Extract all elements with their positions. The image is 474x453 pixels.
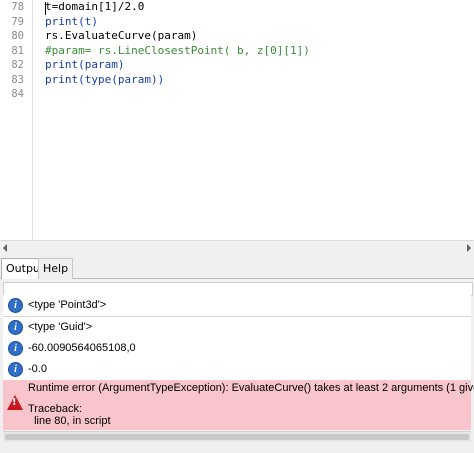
- code-editor[interactable]: 78 79 80 81 82 83 84 t=domain[1]/2.0 pri…: [0, 0, 474, 240]
- line-number-gutter: 78 79 80 81 82 83 84: [0, 0, 33, 240]
- line-number: 82: [11, 59, 24, 71]
- code-comment-line[interactable]: #param= rs.LineClosestPoint( b, z[0][1]): [45, 44, 310, 59]
- output-row-text: -60.0090564065108,0: [28, 342, 136, 354]
- code-line[interactable]: print(t): [45, 15, 98, 30]
- line-number: 80: [11, 30, 24, 42]
- line-number: 81: [11, 44, 24, 57]
- error-message: Runtime error (ArgumentTypeException): E…: [28, 382, 474, 394]
- info-icon: i: [8, 298, 23, 313]
- output-row: i <type 'Point3d'>: [3, 295, 471, 317]
- scroll-left-arrow-icon[interactable]: [3, 244, 7, 252]
- runtime-error-row: ! Runtime error (ArgumentTypeException):…: [3, 380, 474, 430]
- output-row-text: <type 'Point3d'>: [28, 299, 107, 311]
- output-blank-row: [3, 282, 473, 296]
- info-icon: i: [8, 320, 23, 335]
- traceback-line: line 80, in script: [28, 415, 111, 427]
- output-row-text: -0.0: [28, 363, 47, 375]
- scroll-right-arrow-icon[interactable]: [467, 244, 471, 252]
- line-number: 78: [11, 1, 24, 13]
- output-row: i <type 'Guid'>: [3, 317, 471, 339]
- line-number: 79: [11, 15, 24, 28]
- info-icon: i: [8, 341, 23, 356]
- scrollbar-thumb[interactable]: [5, 434, 469, 440]
- info-icon: i: [8, 362, 23, 377]
- output-row: i -0.0: [3, 359, 471, 381]
- line-number: 84: [11, 88, 24, 100]
- output-horizontal-scrollbar[interactable]: [3, 431, 471, 442]
- output-row-text: <type 'Guid'>: [28, 321, 93, 333]
- editor-horizontal-scrollbar[interactable]: [0, 240, 474, 255]
- error-icon: !: [7, 395, 23, 410]
- output-row: i -60.0090564065108,0: [3, 338, 471, 360]
- code-line[interactable]: print(type(param)): [45, 73, 164, 88]
- line-number: 83: [11, 73, 24, 86]
- code-line[interactable]: rs.EvaluateCurve(param): [45, 29, 197, 44]
- traceback-label: Traceback:: [28, 403, 83, 415]
- code-line[interactable]: print(param): [45, 58, 124, 73]
- code-line[interactable]: t=domain[1]/2.0: [45, 0, 144, 15]
- output-panel-tabs: Output Help: [0, 255, 474, 280]
- tab-help[interactable]: Help: [38, 258, 74, 279]
